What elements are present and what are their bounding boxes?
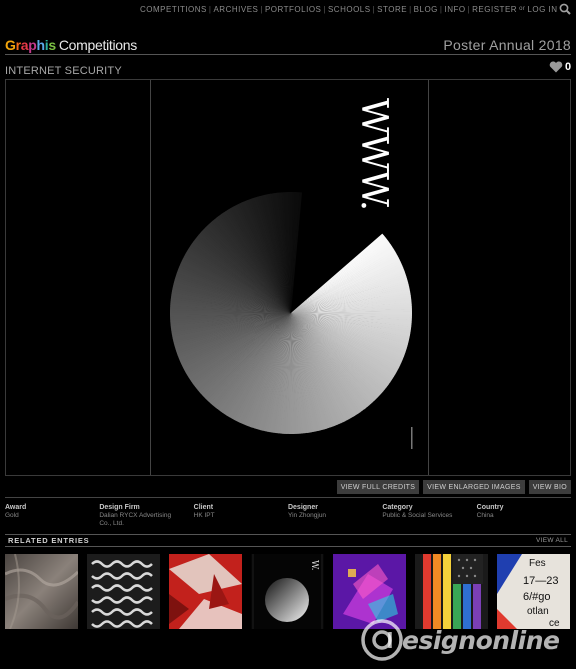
- related-entries-header: RELATED ENTRIES VIEW ALL: [5, 534, 571, 547]
- view-bio-button[interactable]: VIEW BIO: [528, 480, 571, 494]
- heart-icon[interactable]: [549, 61, 563, 73]
- detail-value[interactable]: Yin Zhongjun: [288, 512, 382, 520]
- action-buttons: VIEW FULL CREDITS VIEW ENLARGED IMAGES V…: [336, 480, 571, 494]
- svg-text:W.: W.: [309, 560, 319, 571]
- detail-country: Country China: [477, 504, 571, 528]
- header-divider: [5, 54, 571, 55]
- detail-label: Client: [193, 504, 214, 511]
- graphis-logo[interactable]: Graphis: [5, 37, 56, 53]
- poster-small-print: [411, 427, 413, 449]
- detail-label: Design Firm: [99, 504, 140, 511]
- logo-letter: a: [20, 37, 29, 53]
- detail-label: Country: [476, 504, 504, 511]
- detail-client: Client HK IPT: [194, 504, 288, 528]
- related-thumbnail[interactable]: [169, 554, 242, 629]
- detail-value: HK IPT: [193, 512, 215, 519]
- detail-label: Category: [382, 504, 413, 511]
- detail-award: Award Gold: [5, 504, 99, 528]
- logo-letter: G: [5, 37, 16, 53]
- nav-or: or: [519, 6, 526, 12]
- poster-image[interactable]: WWW.: [5, 79, 571, 476]
- nav-schools[interactable]: SCHOOLS: [327, 5, 372, 14]
- poster-headline: WWW.: [353, 98, 394, 211]
- annual-title: Poster Annual 2018: [443, 37, 571, 53]
- detail-label: Designer: [287, 504, 318, 511]
- thumbnail-text: otlan: [527, 606, 549, 617]
- related-thumbnail[interactable]: W.: [251, 554, 324, 629]
- detail-value: China: [476, 512, 494, 519]
- nav-register[interactable]: REGISTER: [471, 5, 518, 14]
- nav-login[interactable]: LOG IN: [526, 5, 558, 14]
- watermark-text: esignonline: [402, 625, 560, 655]
- like-count: 0: [565, 61, 572, 73]
- nav-portfolios[interactable]: PORTFOLIOS: [264, 5, 322, 14]
- thumbnail-text: 17—23: [523, 575, 558, 587]
- view-full-credits-button[interactable]: VIEW FULL CREDITS: [336, 480, 420, 494]
- related-thumbnail[interactable]: [87, 554, 160, 629]
- related-entries-title: RELATED ENTRIES: [8, 536, 90, 545]
- search-icon[interactable]: [559, 3, 571, 15]
- related-thumbnail[interactable]: [5, 554, 78, 629]
- nav-blog[interactable]: BLOG: [413, 5, 439, 14]
- top-nav: COMPETITIONS | ARCHIVES | PORTFOLIOS | S…: [139, 3, 559, 15]
- view-enlarged-images-button[interactable]: VIEW ENLARGED IMAGES: [423, 480, 525, 494]
- detail-value: Gold: [5, 512, 19, 519]
- entry-details: Award Gold Design Firm Dalian RYCX Adver…: [5, 504, 571, 528]
- thumbnail-text: Fes: [529, 558, 546, 569]
- nav-store[interactable]: STORE: [376, 5, 408, 14]
- logo-letter: s: [48, 37, 56, 53]
- brand-section: Competitions: [58, 37, 137, 53]
- poster-artwork: WWW.: [150, 80, 429, 475]
- detail-value: Public & Social Services: [382, 512, 453, 519]
- like-widget[interactable]: 0: [549, 61, 571, 73]
- designonline-watermark: esignonline: [360, 618, 560, 662]
- nav-archives[interactable]: ARCHIVES: [212, 5, 259, 14]
- logo-letter: h: [36, 37, 46, 53]
- details-divider: [5, 497, 571, 498]
- nav-competitions[interactable]: COMPETITIONS: [139, 5, 208, 14]
- detail-designer: Designer Yin Zhongjun: [288, 504, 382, 528]
- at-symbol-icon: [361, 619, 403, 661]
- view-all-link[interactable]: VIEW ALL: [536, 537, 568, 544]
- gradient-disc: [170, 192, 413, 434]
- detail-label: Award: [5, 504, 27, 511]
- detail-value[interactable]: Dalian RYCX Advertising Co., Ltd.: [99, 512, 181, 528]
- brand[interactable]: Graphis Competitions: [5, 37, 137, 53]
- detail-design-firm: Design Firm Dalian RYCX Advertising Co.,…: [99, 504, 193, 528]
- logo-letter: p: [28, 37, 37, 53]
- detail-category: Category Public & Social Services: [382, 504, 476, 528]
- nav-info[interactable]: INFO: [443, 5, 466, 14]
- entry-title: INTERNET SECURITY: [5, 65, 122, 77]
- thumbnail-text: 6/#go: [523, 591, 551, 603]
